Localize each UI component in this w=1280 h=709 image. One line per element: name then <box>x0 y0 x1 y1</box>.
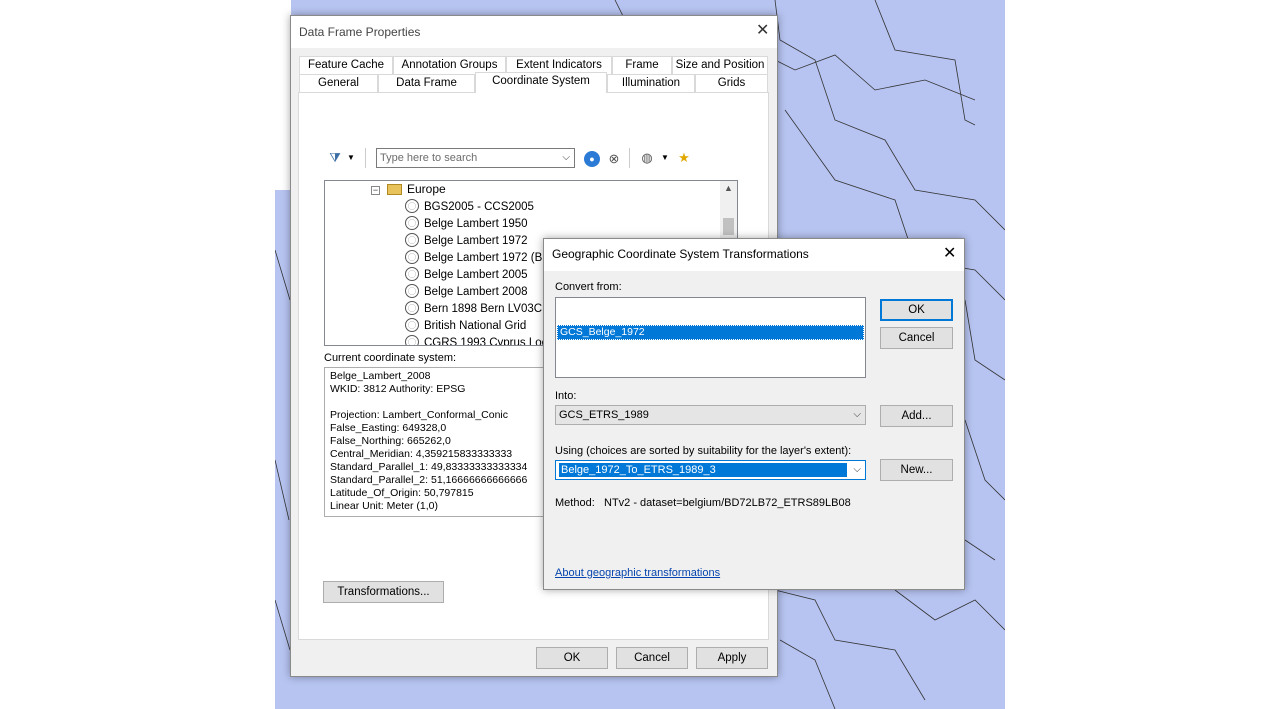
into-label: Into: <box>555 390 577 402</box>
transformations-button[interactable]: Transformations... <box>323 581 444 603</box>
tree-item[interactable]: CGRS 1993 Cyprus Local <box>405 335 556 345</box>
close-icon[interactable]: ✕ <box>943 246 956 262</box>
ok-button[interactable]: OK <box>536 647 608 669</box>
tree-item-selected[interactable]: Belge Lambert 2008 <box>405 284 528 301</box>
close-icon[interactable]: ✕ <box>756 23 769 39</box>
globe-icon <box>405 250 419 264</box>
convert-from-label: Convert from: <box>555 281 622 293</box>
globe-icon <box>405 267 419 281</box>
filter-dropdown-icon[interactable]: ▼ <box>346 150 356 166</box>
cancel-button[interactable]: Cancel <box>880 327 953 349</box>
globe-icon <box>405 233 419 247</box>
tab-general[interactable]: General <box>299 74 378 93</box>
tab-illumination[interactable]: Illumination <box>607 74 695 93</box>
tree-item[interactable]: Belge Lambert 1972 <box>405 233 528 250</box>
convert-from-item[interactable]: GCS_Belge_1972 <box>557 325 864 340</box>
tab-size-and-position[interactable]: Size and Position <box>672 56 768 75</box>
collapse-icon[interactable]: − <box>371 186 380 195</box>
current-coordinate-system-label: Current coordinate system: <box>324 352 457 364</box>
tree-item[interactable]: BGS2005 - CCS2005 <box>405 199 534 216</box>
about-transformations-link[interactable]: About geographic transformations <box>555 567 720 579</box>
filter-icon[interactable]: ⧩ <box>327 150 343 166</box>
method-label: Method: <box>555 497 595 509</box>
globe-icon[interactable]: ◍ <box>639 150 655 166</box>
tab-feature-cache[interactable]: Feature Cache <box>299 56 393 75</box>
gcs-transformations-dialog: Geographic Coordinate System Transformat… <box>543 238 965 590</box>
globe-icon <box>405 318 419 332</box>
into-select[interactable]: GCS_ETRS_1989 ⌵ <box>555 405 866 425</box>
globe-icon <box>405 284 419 298</box>
search-placeholder: Type here to search <box>380 152 478 164</box>
tree-item[interactable]: Belge Lambert 2005 <box>405 267 528 284</box>
method-value: NTv2 - dataset=belgium/BD72LB72_ETRS89LB… <box>604 497 851 509</box>
new-button[interactable]: New... <box>880 459 953 481</box>
cancel-button[interactable]: Cancel <box>616 647 688 669</box>
search-input[interactable]: Type here to search ⌵ <box>376 148 575 168</box>
using-value: Belge_1972_To_ETRS_1989_3 <box>559 463 847 477</box>
search-icon[interactable]: ● <box>584 151 600 167</box>
scroll-up-icon[interactable]: ▲ <box>724 183 733 193</box>
into-value: GCS_ETRS_1989 <box>559 409 649 421</box>
globe-icon <box>405 199 419 213</box>
folder-icon <box>387 184 402 195</box>
toolbar-separator-2 <box>629 148 630 168</box>
using-select[interactable]: Belge_1972_To_ETRS_1989_3 ⌵ <box>555 460 866 480</box>
chevron-down-icon[interactable]: ⌵ <box>853 406 861 424</box>
tab-coordinate-system[interactable]: Coordinate System <box>475 72 607 93</box>
tree-item[interactable]: Belge Lambert 1950 <box>405 216 528 233</box>
globe-icon <box>405 216 419 230</box>
clear-search-icon[interactable]: ⊗ <box>606 151 622 167</box>
globe-dropdown-icon[interactable]: ▼ <box>660 150 670 166</box>
chevron-down-icon[interactable]: ⌵ <box>853 461 861 479</box>
tab-frame[interactable]: Frame <box>612 56 672 75</box>
dialog-title: Data Frame Properties <box>299 25 421 39</box>
tree-item[interactable]: British National Grid <box>405 318 526 335</box>
tree-item[interactable]: Bern 1898 Bern LV03C <box>405 301 542 318</box>
toolbar-separator <box>365 148 366 168</box>
scroll-thumb[interactable] <box>723 218 734 235</box>
convert-from-list[interactable]: GCS_Belge_1972 <box>555 297 866 378</box>
ok-button[interactable]: OK <box>880 299 953 321</box>
globe-icon <box>405 335 419 345</box>
add-button[interactable]: Add... <box>880 405 953 427</box>
chevron-down-icon[interactable]: ⌵ <box>562 149 570 167</box>
using-label: Using (choices are sorted by suitability… <box>555 445 852 457</box>
tab-data-frame[interactable]: Data Frame <box>378 74 475 93</box>
tree-folder-europe[interactable]: Europe <box>407 182 446 196</box>
add-favorite-icon[interactable]: ★ <box>676 150 692 166</box>
tab-grids[interactable]: Grids <box>695 74 768 93</box>
globe-icon <box>405 301 419 315</box>
apply-button[interactable]: Apply <box>696 647 768 669</box>
dialog-title: Geographic Coordinate System Transformat… <box>552 247 809 261</box>
